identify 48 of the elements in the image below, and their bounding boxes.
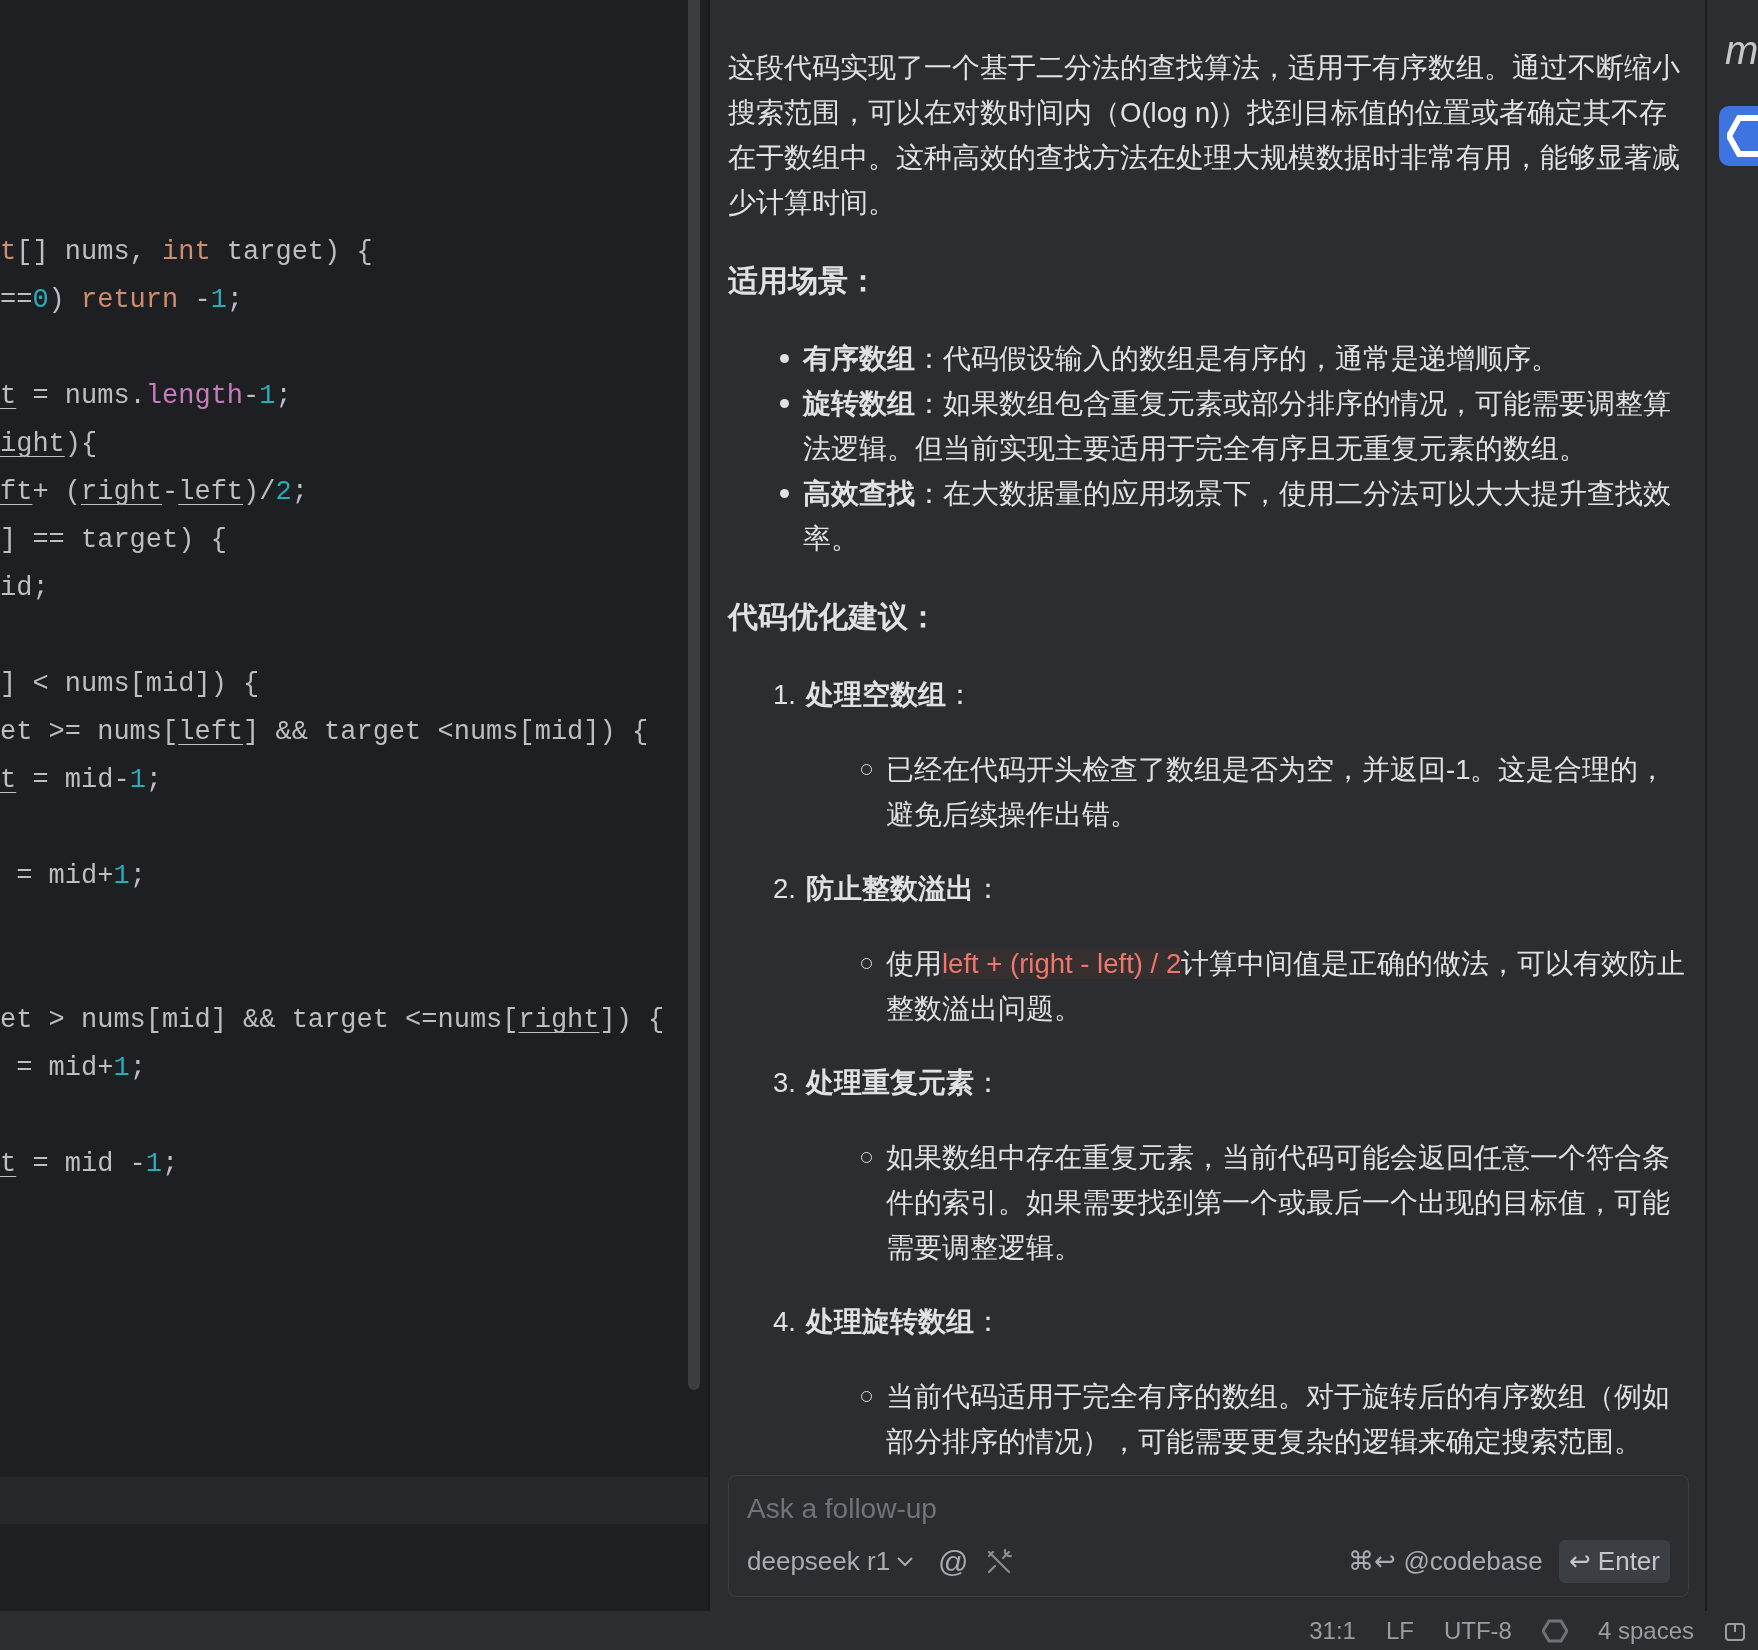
suggestion-title: 防止整数溢出： [805, 872, 1002, 906]
list-number: 4. [773, 1305, 796, 1339]
code-line: t = mid-1; [0, 764, 164, 797]
bullet-icon [780, 489, 789, 498]
code-line: ==0) return -1; [0, 284, 245, 317]
suggestion-text: 已经在代码开头检查了数组是否为空，并返回-1。这是合理的，避免后续操作出错。 [886, 753, 1668, 832]
code-line: id; [0, 572, 50, 605]
code-line: et > nums[mid] && target <=nums[right]) { [0, 1004, 666, 1037]
suggestion-title: 处理重复元素： [805, 1066, 1002, 1100]
suggestion-title: 处理空数组： [805, 678, 974, 712]
code-line: t[] nums, int target) { [0, 236, 374, 269]
section-heading: 代码优化建议： [728, 599, 939, 635]
hexagon-icon[interactable] [1541, 1618, 1568, 1643]
code-line: = mid+1; [15, 1052, 147, 1085]
suggestion-title: 处理旋转数组： [805, 1305, 1002, 1339]
scrollbar[interactable] [688, 0, 700, 1390]
section-heading: 适用场景： [728, 263, 879, 299]
enter-button[interactable]: ↩ Enter [1558, 1540, 1670, 1583]
code-line: t = nums.length-1; [0, 380, 293, 413]
indent-setting[interactable]: 4 spaces [1597, 1612, 1694, 1649]
model-dropdown[interactable]: deepseek r1 [747, 1542, 915, 1581]
code-line: ight){ [0, 428, 99, 461]
mention-button[interactable]: @ [938, 1539, 969, 1584]
bullet-icon [780, 354, 789, 363]
code-line: = mid+1; [15, 860, 147, 893]
code-line: et >= nums[left] && target <nums[mid]) { [0, 716, 650, 749]
bullet-text: 旋转数组：如果数组包含重复元素或部分排序的情况，可能需要调整算法逻辑。但当前实现主要适用于完全有序且无重复元素的数组。 [803, 387, 1672, 466]
chevron-down-icon [896, 1555, 915, 1568]
cursor-position[interactable]: 31:1 [1309, 1612, 1356, 1649]
suggestion-text: 使用left + (right - left) / 2计算中间值是正确的做法，可以有效防止整数溢出问题。 [886, 947, 1687, 1026]
code-line: ] < nums[mid]) { [0, 668, 261, 701]
suggestion-text: 当前代码适用于完全有序的数组。对于旋转后的有序数组（例如部分排序的情况），可能需要更复杂的逻辑来确定搜索范围。 [886, 1380, 1671, 1459]
file-encoding[interactable]: UTF-8 [1443, 1612, 1512, 1649]
list-number: 3. [773, 1066, 796, 1100]
follow-up-input[interactable]: Ask a follow-up deepseek r1 @ ⌘↩ @codebase ↩ Enter [728, 1475, 1689, 1597]
code-line: ft+ (right-left)/2; [0, 476, 309, 509]
intro-paragraph: 这段代码实现了一个基于二分法的查找算法，适用于有序数组。通过不断缩小搜索范围，可以在对数时间内（O(log n)）找到目标值的位置或者确定其不存在于数组中。这种高效的查找方法在处理大规模数据时非常有用，能够显著减少计算时间。 [728, 51, 1681, 220]
code-line: ] == target) { [0, 524, 228, 557]
shortcut-hint: ⌘↩ @codebase [1348, 1545, 1543, 1578]
bullet-text: 高效查找：在大数据量的应用场景下，使用二分法可以大大提升查找效率。 [803, 477, 1672, 556]
suggestion-text: 如果数组中存在重复元素，当前代码可能会返回任意一个符合条件的索引。如果需要找到第一个或最后一个出现的目标值，可能需要调整逻辑。 [886, 1141, 1671, 1265]
list-number: 2. [773, 872, 796, 906]
bullet-text: 有序数组：代码假设输入的数组是有序的，通常是递增顺序。 [803, 342, 1559, 376]
letter-label: m [1724, 30, 1758, 70]
line-ending[interactable]: LF [1385, 1612, 1414, 1649]
list-number: 1. [773, 678, 796, 712]
code-line: t = mid -1; [0, 1148, 180, 1181]
bullet-icon [780, 399, 789, 408]
